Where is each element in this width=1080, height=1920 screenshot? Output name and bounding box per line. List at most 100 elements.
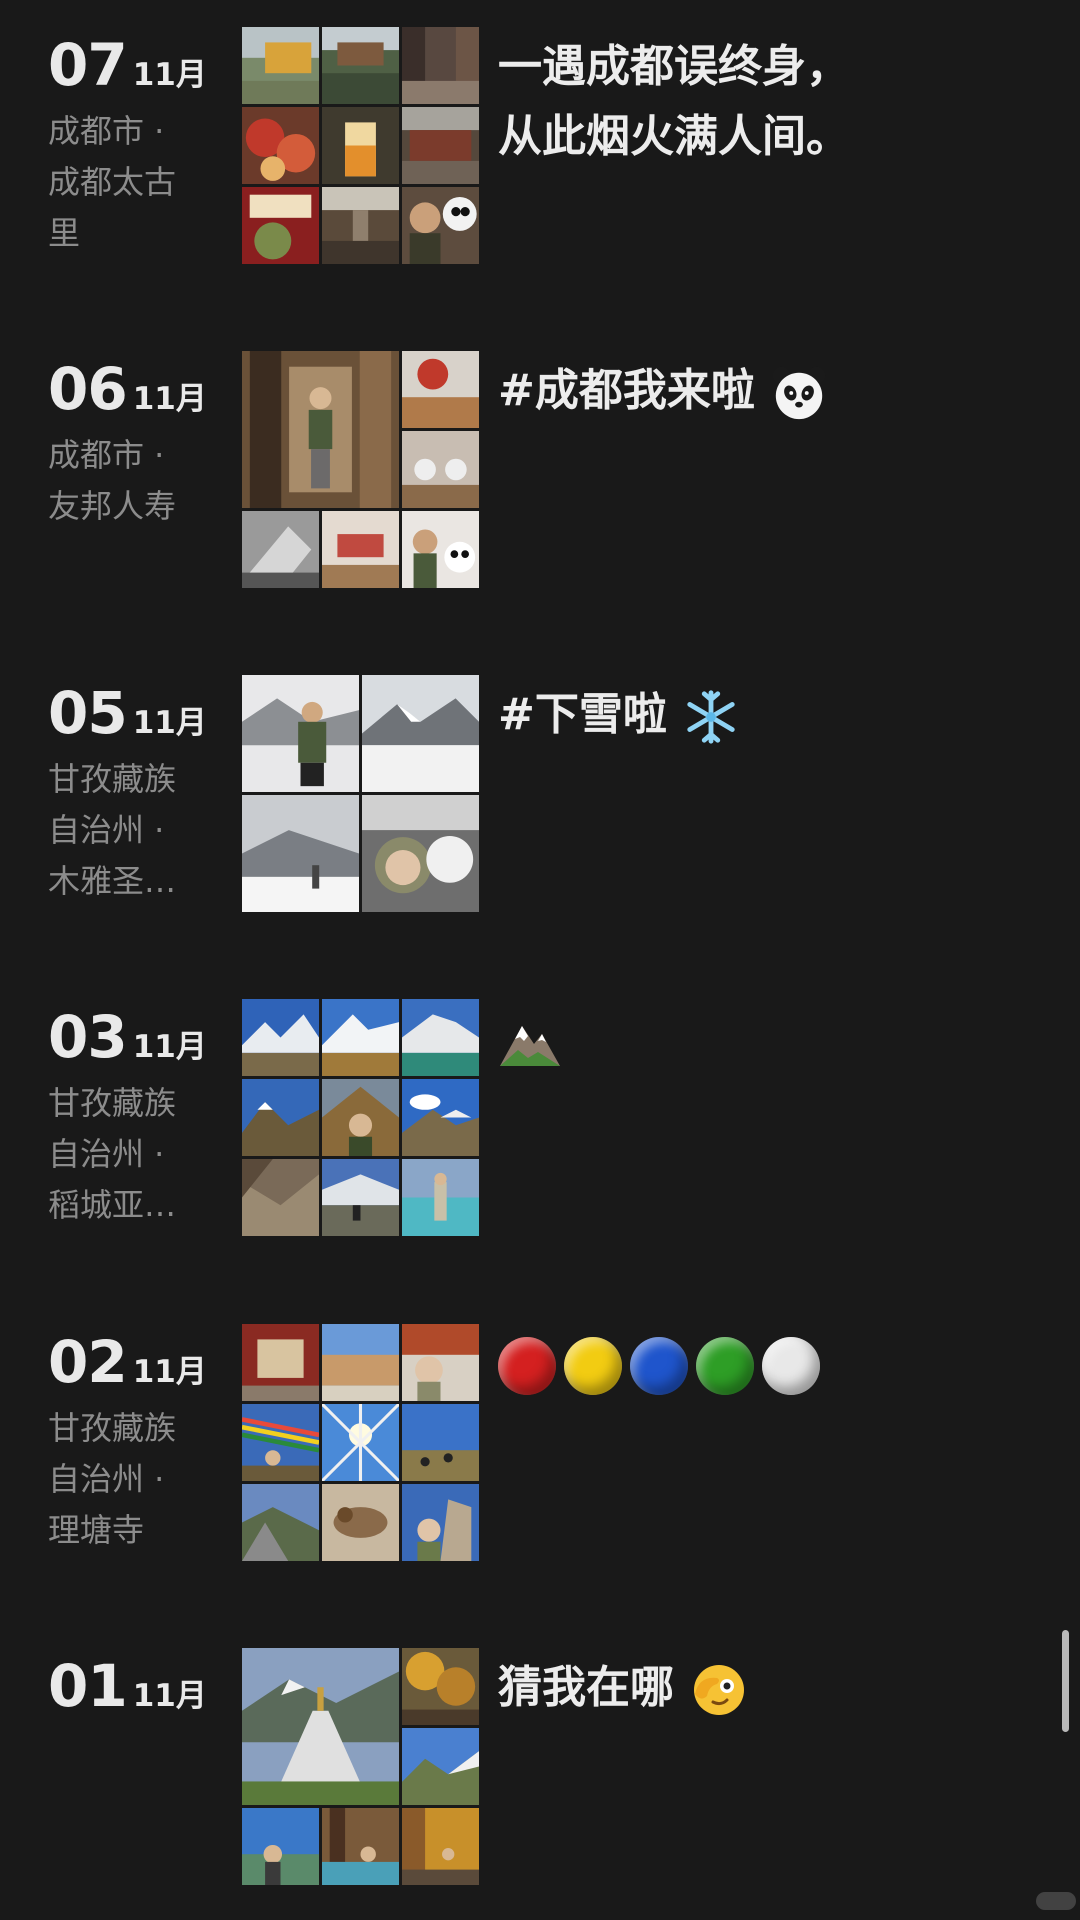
photo-thumbnail[interactable]: [242, 1079, 319, 1156]
yellow-circle-emoji: [564, 1337, 622, 1395]
location-line: 稻城亚…: [48, 1186, 177, 1224]
location-line: 成都市 ·: [48, 436, 165, 474]
photo-thumbnail[interactable]: [402, 999, 479, 1076]
photo-thumbnail[interactable]: [402, 27, 479, 104]
photo-grid[interactable]: [242, 675, 479, 912]
photo-thumbnail[interactable]: [362, 675, 479, 792]
photo-thumbnail[interactable]: [322, 1159, 399, 1236]
caption-line: #下雪啦: [498, 689, 667, 740]
photo-grid[interactable]: [242, 1648, 479, 1885]
post-caption: 猜我在哪: [498, 1653, 1058, 1723]
mountain-emoji: [500, 1026, 560, 1066]
location-line: 甘孜藏族: [48, 1084, 177, 1122]
post-day: 02: [48, 1328, 128, 1396]
post-month: 11月: [132, 57, 207, 93]
photo-thumbnail[interactable]: [402, 1404, 479, 1481]
post-date: 07 11月: [48, 30, 207, 100]
snowflake-emoji: [687, 690, 735, 744]
peeking-face-emoji: [694, 1665, 745, 1715]
post-date: 01 11月: [48, 1651, 207, 1721]
photo-thumbnail[interactable]: [242, 1324, 319, 1401]
photo-grid[interactable]: [242, 351, 479, 588]
green-circle-emoji: [696, 1337, 754, 1395]
white-circle-emoji: [762, 1337, 820, 1395]
post-day: 07: [48, 31, 128, 99]
location-line: 友邦人寿: [48, 487, 177, 525]
post-location: 甘孜藏族 自治州 · 理塘寺: [48, 1403, 198, 1556]
photo-thumbnail[interactable]: [242, 999, 319, 1076]
post-month: 11月: [132, 1678, 207, 1714]
post-day: 06: [48, 355, 128, 423]
photo-thumbnail[interactable]: [322, 511, 399, 588]
photo-thumbnail[interactable]: [402, 1808, 479, 1885]
photo-thumbnail[interactable]: [322, 1079, 399, 1156]
location-line: 理塘寺: [48, 1511, 145, 1549]
post-month: 11月: [132, 1354, 207, 1390]
red-circle-emoji: [498, 1337, 556, 1395]
post-caption: #下雪啦: [498, 680, 1058, 750]
post-caption: 一遇成都误终身， 从此烟火满人间。: [498, 32, 1058, 172]
photo-thumbnail[interactable]: [322, 1808, 399, 1885]
photo-thumbnail[interactable]: [242, 27, 319, 104]
location-line: 甘孜藏族: [48, 1409, 177, 1447]
post-location: 甘孜藏族 自治州 · 稻城亚…: [48, 1078, 198, 1231]
photo-thumbnail[interactable]: [242, 1404, 319, 1481]
photo-thumbnail[interactable]: [242, 511, 319, 588]
post-date: 05 11月: [48, 678, 207, 748]
photo-thumbnail[interactable]: [402, 107, 479, 184]
photo-thumbnail[interactable]: [402, 1079, 479, 1156]
caption-line: 一遇成都误终身，: [498, 41, 850, 92]
photo-thumbnail[interactable]: [402, 1484, 479, 1561]
photo-thumbnail[interactable]: [402, 1648, 479, 1725]
photo-thumbnail[interactable]: [322, 1324, 399, 1401]
post-month: 11月: [132, 1029, 207, 1065]
photo-thumbnail[interactable]: [242, 1484, 319, 1561]
post-location: 甘孜藏族 自治州 · 木雅圣…: [48, 754, 198, 907]
photo-thumbnail[interactable]: [242, 1808, 319, 1885]
photo-thumbnail[interactable]: [402, 1728, 479, 1805]
photo-thumbnail[interactable]: [322, 1404, 399, 1481]
post-month: 11月: [132, 705, 207, 741]
photo-grid[interactable]: [242, 1324, 479, 1561]
photo-thumbnail[interactable]: [242, 1159, 319, 1236]
location-line: 木雅圣…: [48, 862, 177, 900]
photo-thumbnail[interactable]: [402, 187, 479, 264]
post-date: 03 11月: [48, 1002, 207, 1072]
post-date: 02 11月: [48, 1327, 207, 1397]
location-line: 自治州 ·: [48, 1135, 165, 1173]
photo-thumbnail[interactable]: [322, 187, 399, 264]
location-line: 甘孜藏族: [48, 760, 177, 798]
photo-thumbnail[interactable]: [242, 107, 319, 184]
post-day: 03: [48, 1003, 128, 1071]
photo-thumbnail[interactable]: [242, 675, 359, 792]
location-line: 成都太古: [48, 163, 177, 201]
post-caption: [498, 1329, 1058, 1399]
location-line: 自治州 ·: [48, 1460, 165, 1498]
photo-thumbnail[interactable]: [402, 431, 479, 508]
post-day: 01: [48, 1652, 128, 1720]
photo-thumbnail[interactable]: [242, 187, 319, 264]
photo-thumbnail[interactable]: [402, 1159, 479, 1236]
location-line: 自治州 ·: [48, 811, 165, 849]
photo-grid[interactable]: [242, 27, 479, 264]
photo-thumbnail[interactable]: [322, 27, 399, 104]
photo-thumbnail[interactable]: [242, 1648, 399, 1805]
photo-thumbnail[interactable]: [322, 1484, 399, 1561]
photo-thumbnail[interactable]: [322, 999, 399, 1076]
location-line: 成都市 ·: [48, 112, 165, 150]
blue-circle-emoji: [630, 1337, 688, 1395]
caption-line: 猜我在哪: [498, 1662, 674, 1713]
caption-line: 从此烟火满人间。: [498, 111, 850, 162]
photo-thumbnail[interactable]: [242, 351, 399, 508]
photo-thumbnail[interactable]: [242, 795, 359, 912]
scrollbar[interactable]: [1062, 1630, 1069, 1732]
photo-thumbnail[interactable]: [402, 1324, 479, 1401]
photo-thumbnail[interactable]: [322, 107, 399, 184]
post-location: 成都市 · 友邦人寿: [48, 430, 198, 532]
post-date: 06 11月: [48, 354, 207, 424]
photo-thumbnail[interactable]: [362, 795, 479, 912]
photo-grid[interactable]: [242, 999, 479, 1236]
watermark-logo: [1036, 1892, 1076, 1910]
photo-thumbnail[interactable]: [402, 511, 479, 588]
photo-thumbnail[interactable]: [402, 351, 479, 428]
